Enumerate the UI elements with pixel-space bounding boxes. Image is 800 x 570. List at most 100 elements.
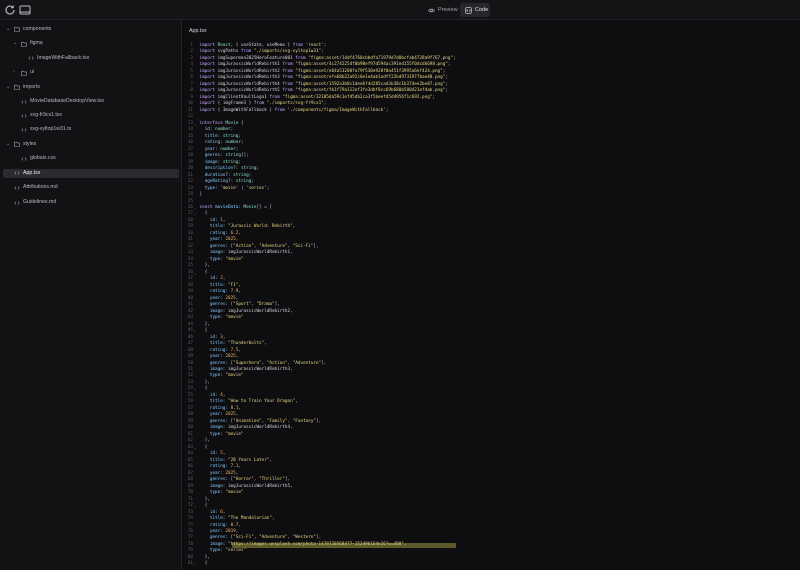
code-line: 2 import svgPaths from "./imports/svg-vyl… bbox=[183, 49, 800, 55]
tree-item-label: Attributions.md bbox=[23, 184, 58, 190]
code-file-icon bbox=[21, 99, 27, 105]
code-button[interactable]: Code bbox=[460, 3, 490, 17]
code-line: 73 id: 6, bbox=[183, 510, 800, 516]
code-line: 13 ⌄ interface Movie { bbox=[183, 121, 800, 127]
code-line: 77 genres: ["Sci-Fi", "Adventure", "West… bbox=[183, 535, 800, 541]
code-line: 39 rating: 7.9, bbox=[183, 289, 800, 295]
code-line: 44 }, bbox=[183, 322, 800, 328]
top-toolbar: Preview Code bbox=[0, 0, 800, 20]
code-line: 31 year: 2025, bbox=[183, 237, 800, 243]
code-file-icon bbox=[21, 156, 27, 162]
preview-button[interactable]: Preview bbox=[423, 3, 458, 17]
code-file-icon bbox=[14, 185, 20, 191]
tree-item-label: MovieDatabaseDesktopView.tsx bbox=[30, 98, 105, 104]
tree-file[interactable]: ImageWithFallback.tsx bbox=[0, 54, 182, 63]
code-line: 74 title: "The Mandalorian", bbox=[183, 516, 800, 522]
chevron-down-icon[interactable]: ⌄ bbox=[6, 83, 10, 92]
editor-file-tab[interactable]: App.tsx bbox=[189, 28, 207, 34]
fold-chevron-icon[interactable]: ⌄ bbox=[194, 561, 196, 567]
code-line: 46 id: 3, bbox=[183, 335, 800, 341]
code-line: 48 rating: 7.5, bbox=[183, 348, 800, 354]
code-line: 27 ⌄ { bbox=[183, 211, 800, 217]
code-line: 25 bbox=[183, 199, 800, 205]
sidebar-panel-icon[interactable] bbox=[19, 4, 31, 16]
code-line: 17 year: number; bbox=[183, 147, 800, 153]
tree-folder[interactable]: › ui bbox=[0, 68, 182, 77]
code-line: 57 rating: 8.1, bbox=[183, 406, 800, 412]
tree-file[interactable]: svg-vyltop1w31.ts bbox=[0, 125, 182, 134]
chevron-down-icon[interactable]: ⌄ bbox=[6, 140, 10, 149]
tree-item-label: App.tsx bbox=[23, 169, 41, 176]
tree-file[interactable]: MovieDatabaseDesktopView.tsx bbox=[0, 97, 182, 106]
code-line: 64 id: 5, bbox=[183, 451, 800, 457]
tree-file[interactable]: svg-fr9cx1.tsx bbox=[0, 111, 182, 120]
code-file-icon bbox=[21, 127, 27, 133]
code-line: 56 title: "How to Train Your Dragon", bbox=[183, 399, 800, 405]
tree-file[interactable]: Guidelines.md bbox=[0, 198, 182, 207]
code-file-icon bbox=[21, 113, 27, 119]
tree-folder[interactable]: ⌄ styles bbox=[0, 140, 182, 149]
code-text: { bbox=[204, 561, 208, 567]
tree-folder[interactable]: ⌄ imports bbox=[0, 83, 182, 92]
chevron-down-icon[interactable]: ⌄ bbox=[6, 25, 10, 34]
file-explorer: ⌄ components ⌄ figma ImageWithFallback.tsx › u… bbox=[0, 20, 182, 570]
preview-label: Preview bbox=[438, 7, 458, 13]
tree-item-label: Guidelines.md bbox=[23, 199, 57, 205]
tree-file[interactable]: Attributions.md bbox=[0, 183, 182, 192]
code-file-icon bbox=[28, 55, 34, 61]
code-line: 10 import { imgFrame3 } from "./imports/s… bbox=[183, 101, 800, 107]
code-line: 16 rating: number; bbox=[183, 140, 800, 146]
folder-icon bbox=[14, 84, 20, 90]
code-icon bbox=[465, 6, 472, 14]
code-line: 24} bbox=[183, 192, 800, 198]
refresh-icon[interactable] bbox=[4, 4, 16, 16]
code-line: 38 title: "F1", bbox=[183, 283, 800, 289]
code-line: 20 description?: string; bbox=[183, 166, 800, 172]
tree-item-label: components bbox=[23, 25, 52, 32]
code-line: 12 bbox=[183, 114, 800, 120]
tree-item-label: imports bbox=[23, 83, 41, 90]
eye-icon bbox=[428, 8, 435, 12]
chevron-down-icon[interactable]: ⌄ bbox=[13, 39, 17, 48]
code-line: 34 type: "movie" bbox=[183, 257, 800, 263]
code-line: 45 ⌄ { bbox=[183, 328, 800, 334]
code-line: 66 rating: 7.1, bbox=[183, 464, 800, 470]
code-label: Code bbox=[475, 7, 489, 13]
code-line: 21 duration?: string; bbox=[183, 173, 800, 179]
code-line: 50 genres: ["Superhero", "Action", "Adve… bbox=[183, 361, 800, 367]
code-line: 60 image: imgJurassicWorldRebirth4, bbox=[183, 425, 800, 431]
tree-item-label: styles bbox=[23, 140, 37, 147]
code-line: 81 ⌄ { bbox=[183, 561, 800, 567]
folder-icon bbox=[21, 41, 27, 47]
tree-folder[interactable]: ⌄ figma bbox=[0, 39, 182, 48]
tree-file[interactable]: globals.css bbox=[0, 154, 182, 163]
code-area[interactable]: 1 import React, { useState, useMemo } fro… bbox=[183, 40, 800, 570]
code-line: 53 }, bbox=[183, 380, 800, 386]
line-number: 81 bbox=[187, 561, 193, 567]
code-line: 80 }, bbox=[183, 555, 800, 561]
code-line: 78 image: "https://images.unsplash.com/p… bbox=[183, 542, 800, 548]
folder-icon bbox=[14, 141, 20, 147]
code-line: 19 image: string; bbox=[183, 160, 800, 166]
folder-icon bbox=[21, 70, 27, 76]
tree-file[interactable]: App.tsx bbox=[3, 168, 179, 178]
tree-item-label: svg-vyltop1w31.ts bbox=[30, 126, 72, 132]
tree-item-label: ui bbox=[30, 69, 35, 75]
code-line: 75 rating: 8.7, bbox=[183, 523, 800, 529]
tree-item-label: svg-fr9cx1.tsx bbox=[30, 112, 62, 118]
code-line: 70 type: "movie" bbox=[183, 490, 800, 496]
code-line: 14 id: number; bbox=[183, 127, 800, 133]
code-line: 71 }, bbox=[183, 497, 800, 503]
tree-item-label: figma bbox=[30, 40, 43, 46]
code-file-icon bbox=[14, 200, 20, 206]
code-line: 42 image: imgJurassicWorldRebirth2, bbox=[183, 309, 800, 315]
tree-item-label: globals.css bbox=[30, 155, 56, 161]
code-editor: App.tsx 1 import React, { useState, useMe… bbox=[183, 20, 800, 570]
code-line: 52 type: "movie" bbox=[183, 373, 800, 379]
code-line: 23 type: 'movie' | 'series'; bbox=[183, 186, 800, 192]
tree-folder[interactable]: ⌄ components bbox=[0, 25, 182, 34]
code-line: 6 import imgJurassicWorldRebirth3 from "f… bbox=[183, 75, 800, 81]
view-toggle: Preview Code bbox=[423, 3, 490, 17]
code-line: 69 image: imgJurassicWorldRebirth5, bbox=[183, 484, 800, 490]
chevron-right-icon[interactable]: › bbox=[13, 68, 15, 77]
